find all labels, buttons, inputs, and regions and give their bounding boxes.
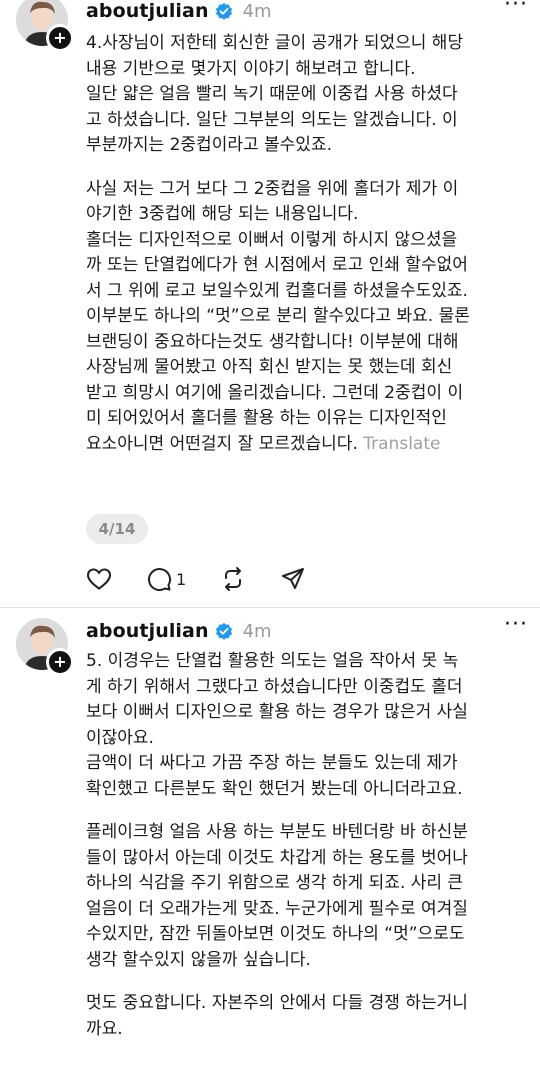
text-line: 서 그 위에 로고 보일수있게 컵홀더를 하셨을수도있죠. xyxy=(86,280,468,301)
text-line: 미 되어있어서 홀더를 활용 하는 이유는 디자인적인 xyxy=(86,408,447,428)
send-icon xyxy=(282,568,305,589)
post-time: 4m xyxy=(242,620,272,642)
post-header: aboutjulian 4m xyxy=(86,618,272,644)
reply-button[interactable]: 1 xyxy=(146,566,186,592)
text-line: 야기한 3중컵에 해당 되는 내용입니다. xyxy=(86,204,359,224)
text-line: 부분까지는 2중컵이라고 볼수있죠. xyxy=(86,135,332,155)
post-time: 4m xyxy=(242,0,272,22)
post-body: 4.사장님이 저한테 회신한 글이 공개가 되었으니 해당 내용 기반으로 몇가… xyxy=(86,31,526,457)
post-body: 5. 이경우는 단열컵 활용한 의도는 얼음 작아서 못 녹 게 하기 위해서 … xyxy=(86,649,526,1042)
post-actions: 1 xyxy=(86,565,340,593)
text-line: 까요. xyxy=(86,1018,123,1039)
text-line: 5. 이경우는 단열컵 활용한 의도는 얼음 작아서 못 녹 xyxy=(86,651,459,671)
text-line: 4.사장님이 저한테 회신한 글이 공개가 되었으니 해당 xyxy=(86,33,464,53)
share-button[interactable] xyxy=(280,566,306,592)
text-line: 받고 희망시 여기에 올리겠습니다. 그런데 2중컵이 이 xyxy=(86,382,464,403)
repost-icon xyxy=(225,567,242,591)
text-line: 고 하셨습니다. 일단 그부분의 의도는 알겠습니다. 이 xyxy=(86,109,458,130)
repost-button[interactable] xyxy=(220,566,246,592)
verified-badge-icon xyxy=(215,622,232,640)
author-avatar[interactable]: + xyxy=(16,618,74,676)
post-header: aboutjulian 4m xyxy=(86,0,272,24)
post-divider xyxy=(0,607,540,608)
text-line: 금액이 더 싸다고 가끔 주장 하는 분들도 있는데 제가 xyxy=(86,753,458,773)
username[interactable]: aboutjulian xyxy=(86,0,209,22)
text-line-last: 요소아니면 어떤걸지 잘 모르겠습니다. Translate xyxy=(86,432,526,458)
thread-post-5: + aboutjulian 4m ··· 5. 이경우는 단열컵 활용한 의도는… xyxy=(0,612,540,1080)
text-line: 플레이크형 얼음 사용 하는 부분도 바텐더랑 바 하신분 xyxy=(86,822,468,842)
more-options-icon[interactable]: ··· xyxy=(504,0,528,17)
text-line: 요소아니면 어떤걸지 잘 모르겠습니다. xyxy=(86,433,364,454)
translate-link[interactable]: Translate xyxy=(363,434,440,454)
text-line: 확인했고 다른분도 확인 했던거 봤는데 아니더라고요. xyxy=(86,778,463,799)
username[interactable]: aboutjulian xyxy=(86,620,209,642)
reply-count: 1 xyxy=(176,569,187,589)
text-line: 하나의 식감을 주기 위함으로 생각 하게 되죠. 사리 큰 xyxy=(86,873,464,893)
text-line: 브랜딩이 중요하다는것도 생각합니다! 이부분에 대해 xyxy=(86,331,459,352)
text-line: 보다 이뻐서 디자인으로 활용 하는 경우가 많은거 사실 xyxy=(86,702,468,722)
text-line: 이잖아요. xyxy=(86,727,154,748)
author-avatar[interactable]: + xyxy=(16,0,74,52)
follow-plus-icon[interactable]: + xyxy=(46,24,74,52)
like-button[interactable] xyxy=(86,567,112,591)
text-line: 홀더는 디자인적으로 이뻐서 이렇게 하시지 않으셨을 xyxy=(86,229,458,250)
verified-badge-icon xyxy=(215,2,232,20)
text-line: 게 하기 위해서 그랬다고 하셨습니다만 이중컵도 홀더 xyxy=(86,676,463,697)
follow-plus-icon[interactable]: + xyxy=(46,648,74,676)
text-line: 들이 많아서 아는데 이것도 차갑게 하는 용도를 벗어나 xyxy=(86,847,468,868)
text-line: 까 또는 단열컵에다가 현 시점에서 로고 인쇄 할수없어 xyxy=(86,255,468,275)
text-line: 사실 저는 그거 보다 그 2중컵을 위에 홀더가 제가 이 xyxy=(86,178,459,199)
text-line: 일단 얇은 얼음 빨리 녹기 때문에 이중컵 사용 하셨다 xyxy=(86,84,458,104)
text-line: 내용 기반으로 몇가지 이야기 해보려고 합니다. xyxy=(86,58,416,79)
text-line: 사장님께 물어봤고 아직 회신 받지는 못 했는데 회신 xyxy=(86,357,453,377)
image-page-indicator: 4/14 xyxy=(86,514,148,544)
more-options-icon[interactable]: ··· xyxy=(504,612,528,637)
thread-post-4: + aboutjulian 4m ··· 4.사장님이 저한테 회신한 글이 공… xyxy=(0,0,540,600)
text-line: 생각 할수있지 않을까 싶습니다. xyxy=(86,949,311,970)
text-line: 수있지만, 잠깐 뒤돌아보면 이것도 하나의 “멋”으로도 xyxy=(86,924,465,944)
heart-icon xyxy=(86,568,112,590)
comment-icon xyxy=(148,568,172,592)
text-line: 얼음이 더 오래가는게 맞죠. 누군가에게 필수로 여겨질 xyxy=(86,898,468,919)
text-line: 이부분도 하나의 “멋”으로 분리 할수있다고 봐요. 물론 xyxy=(86,306,470,326)
text-line: 멋도 중요합니다. 자본주의 안에서 다들 경쟁 하는거니 xyxy=(86,993,468,1013)
